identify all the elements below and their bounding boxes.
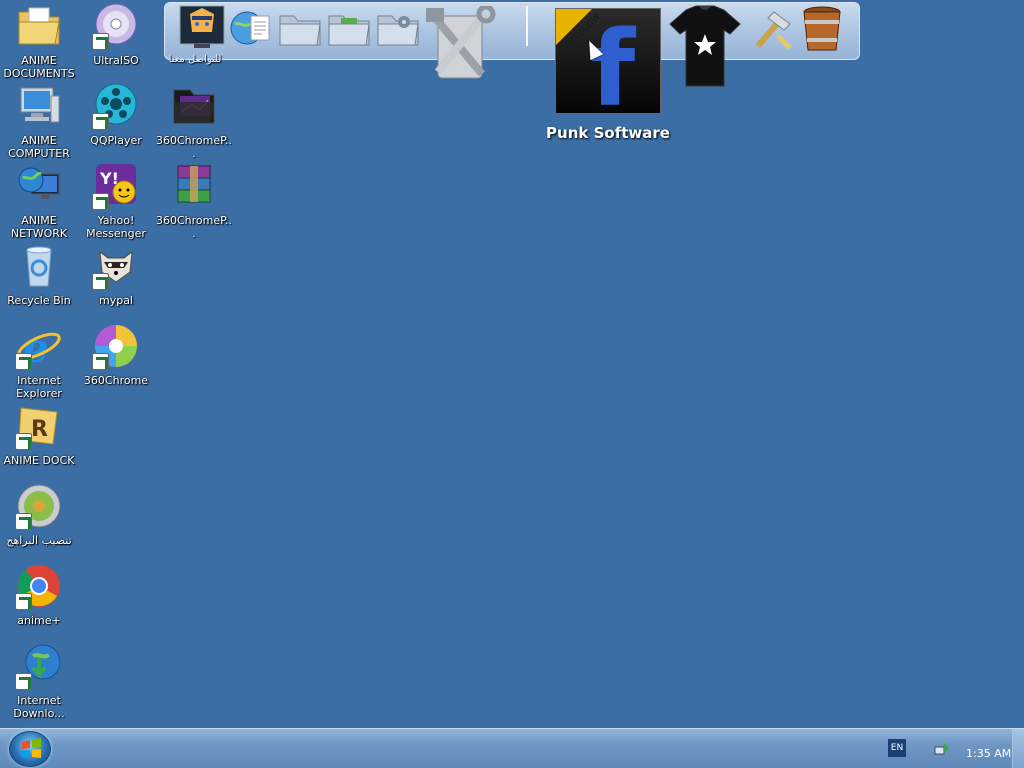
tools-icon: [424, 4, 496, 88]
desktop-icon-label: ANIME DOCUMENTS: [3, 54, 75, 80]
desktop-icon-360chrome-archive[interactable]: 360ChromeP...: [155, 162, 233, 240]
film-reel-icon: [92, 82, 140, 130]
winrar-archive-icon: [170, 162, 218, 210]
desktop-icon-label: 360ChromeP...: [155, 214, 233, 240]
desktop-icon-anime-computer[interactable]: ANIME COMPUTER: [0, 82, 78, 160]
dock-item-bucket[interactable]: [798, 4, 846, 56]
desktop-icon-ultraiso[interactable]: UltraISO: [77, 2, 155, 67]
desktop-icon-anime-dock[interactable]: R ANIME DOCK: [0, 402, 78, 467]
facebook-follow-icon: FOLLOW f: [556, 8, 660, 130]
language-indicator[interactable]: EN: [888, 739, 906, 757]
svg-text:R: R: [31, 417, 48, 442]
dock-hover-caption: Punk Software: [546, 124, 670, 142]
desktop-icon-label: ANIME NETWORK: [10, 214, 68, 240]
network-tray-icon[interactable]: [934, 741, 950, 757]
recycle-bin-icon: [15, 242, 63, 290]
folder-settings-icon: [374, 4, 422, 56]
taskbar: EN 1:35 AM: [0, 728, 1024, 768]
globe-document-icon: [227, 4, 275, 56]
rocketdock-icon: R: [15, 402, 63, 450]
desktop-icon-label: ANIME COMPUTER: [8, 134, 70, 160]
dock-item-tshirt[interactable]: [668, 4, 742, 90]
desktop-icon-label: mypal: [98, 294, 133, 307]
desktop-icon-label: Yahoo! Messenger: [86, 214, 146, 240]
desktop-icon-label: Recycle Bin: [7, 294, 71, 307]
dock-item-folder-settings[interactable]: [374, 4, 422, 52]
yahoo-messenger-icon: Y!: [92, 162, 140, 210]
desktop-icon-label: 360Chrome: [83, 374, 149, 387]
tshirt-icon: [668, 4, 742, 94]
360-browser-icon: [92, 322, 140, 370]
desktop-icon-yahoo-messenger[interactable]: Y! Yahoo! Messenger: [77, 162, 155, 240]
download-manager-icon: [15, 642, 63, 690]
desktop: ANIME DOCUMENTS ANIME COMPUTER ANIME NET…: [0, 0, 1024, 728]
network-globe-icon: [15, 162, 63, 210]
disc-icon: [92, 2, 140, 50]
desktop-icon-anime-network[interactable]: ANIME NETWORK: [0, 162, 78, 240]
facebook-letter: f: [590, 9, 637, 115]
raccoon-icon: [92, 242, 140, 290]
desktop-icon-mypal[interactable]: mypal: [77, 242, 155, 307]
desktop-icon-recycle-bin[interactable]: Recycle Bin: [0, 242, 78, 307]
desktop-icon-360chrome-folder[interactable]: 360ChromeP...: [155, 82, 233, 160]
desktop-icon-label: anime+: [17, 614, 61, 627]
desktop-icon-label: ANIME DOCK: [3, 454, 75, 467]
folder-green-icon: [325, 4, 373, 56]
anime-character-icon: [178, 4, 226, 56]
shortcut-arrow-icon: [92, 353, 109, 370]
desktop-icon-internet-explorer[interactable]: e Internet Explorer: [0, 322, 78, 400]
start-button[interactable]: [9, 731, 51, 767]
dock-item-anime-character[interactable]: [178, 4, 226, 52]
dock-separator: [526, 6, 528, 46]
dock-item-folder[interactable]: [276, 4, 324, 52]
desktop-icon-label: UltraISO: [93, 54, 139, 67]
desktop-icon-install-programs[interactable]: تنصيب البراهج: [0, 482, 78, 547]
install-disc-icon: [15, 482, 63, 530]
shortcut-arrow-icon: [92, 193, 109, 210]
dock-item-folder-green[interactable]: [325, 4, 373, 52]
shortcut-arrow-icon: [15, 593, 32, 610]
dock-item-hammer[interactable]: [748, 6, 796, 54]
desktop-icon-label: تنصيب البراهج: [6, 534, 72, 547]
dark-folder-icon: [170, 82, 218, 130]
computer-icon: [15, 82, 63, 130]
bucket-icon: [798, 4, 846, 60]
shortcut-arrow-icon: [15, 673, 32, 690]
desktop-icon-label: Internet Explorer: [16, 374, 62, 400]
desktop-icon-label: Internet Downlo...: [13, 694, 65, 720]
dock-item-facebook-follow[interactable]: FOLLOW f: [555, 8, 661, 130]
dock-item-tools[interactable]: [424, 4, 496, 84]
show-desktop-button[interactable]: [1012, 729, 1024, 768]
desktop-icon-label: 360ChromeP...: [155, 134, 233, 160]
desktop-icon-anime-documents[interactable]: ANIME DOCUMENTS: [0, 2, 78, 80]
internet-explorer-icon: e: [15, 322, 63, 372]
shortcut-arrow-icon: [92, 273, 109, 290]
dock-item-globe-document[interactable]: [227, 4, 275, 52]
desktop-icon-internet-download[interactable]: Internet Downlo...: [0, 642, 78, 720]
shortcut-arrow-icon: [92, 113, 109, 130]
desktop-icon-qqplayer[interactable]: QQPlayer: [77, 82, 155, 147]
shortcut-arrow-icon: [92, 33, 109, 50]
shortcut-arrow-icon: [15, 353, 32, 370]
desktop-icon-anime-plus[interactable]: anime+: [0, 562, 78, 627]
windows-logo-icon: [22, 738, 41, 758]
shortcut-arrow-icon: [15, 513, 32, 530]
dock-item-label: للتواصل معنا: [168, 54, 222, 65]
folder-icon: [276, 4, 324, 56]
desktop-icon-label: QQPlayer: [90, 134, 142, 147]
hammer-icon: [748, 6, 796, 58]
folder-documents-icon: [15, 2, 63, 50]
chrome-icon: [15, 562, 63, 610]
system-clock[interactable]: 1:35 AM: [966, 747, 1011, 760]
shortcut-arrow-icon: [15, 433, 32, 450]
desktop-icon-360chrome[interactable]: 360Chrome: [77, 322, 155, 387]
